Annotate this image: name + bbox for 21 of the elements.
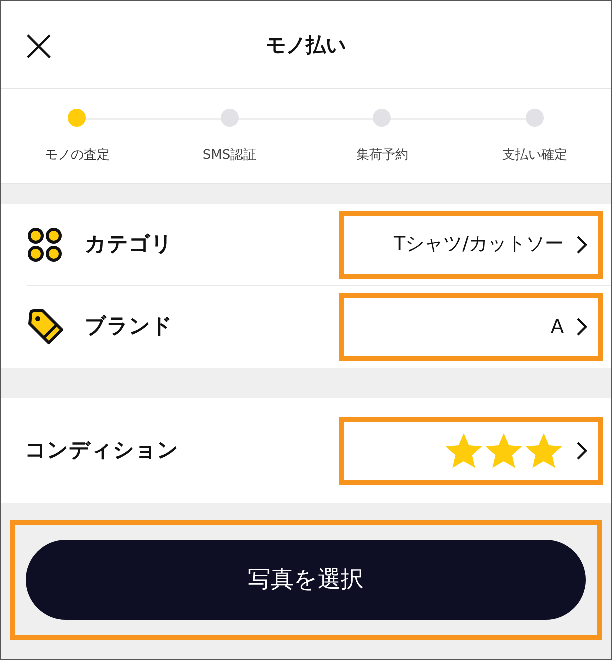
- selected-value: Tシャツ/カットソー: [394, 232, 564, 258]
- step-label: 支払い確定: [502, 147, 568, 165]
- step-label: 集荷予約: [356, 147, 408, 165]
- value-selector[interactable]: Tシャツ/カットソー: [339, 210, 603, 278]
- step-label: モノの査定: [44, 147, 110, 165]
- page-title: モノ払い: [266, 32, 346, 58]
- chevron-icon: [576, 234, 588, 254]
- chevron-icon: [576, 440, 588, 460]
- condition-selector[interactable]: [339, 416, 603, 484]
- select-photo-button[interactable]: 写真を選択: [26, 540, 586, 620]
- row-label: コンディション: [25, 436, 179, 464]
- row-label: ブランド: [85, 313, 173, 340]
- value-selector[interactable]: A: [339, 293, 603, 361]
- chevron-icon: [576, 317, 588, 337]
- tag-icon: [27, 308, 65, 346]
- step-label: SMS認証: [202, 147, 257, 165]
- row-label: カテゴリ: [85, 230, 173, 258]
- four-dots-icon: [27, 226, 63, 262]
- button-highlight[interactable]: 写真を選択: [10, 520, 602, 640]
- selected-value: A: [551, 314, 564, 340]
- close-button[interactable]: ×: [19, 22, 59, 68]
